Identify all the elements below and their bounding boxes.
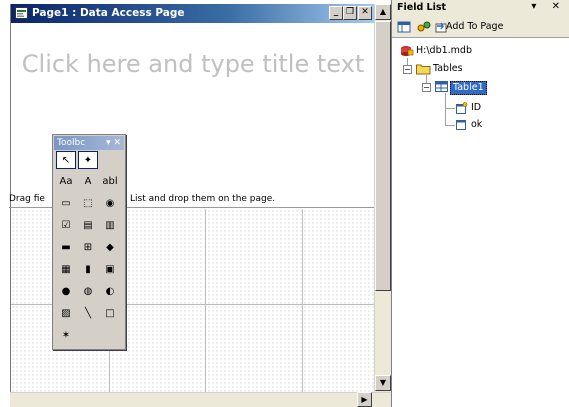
scroll-down-arrow-icon[interactable]: ▼ <box>375 375 391 391</box>
tree-table-node[interactable]: Table1 <box>450 81 487 95</box>
toolbox-title: Toolbc <box>57 138 86 148</box>
field-tree: H:\db1.mdb − Tables − Table1 ID ok <box>392 38 569 407</box>
bound-html-tool[interactable]: A <box>78 173 98 191</box>
table-icon <box>435 81 449 93</box>
close-button[interactable]: ✕ <box>358 6 372 20</box>
data-access-page-icon <box>15 7 28 19</box>
field-list-pane: Field List ▾ ✕ Add To Page H:\db1.mdb − <box>391 0 569 407</box>
dropdown-list-tool[interactable]: ▤ <box>78 217 98 235</box>
rectangle-tool[interactable]: □ <box>100 305 120 323</box>
window-title: Page1 : Data Access Page <box>32 7 185 19</box>
minimize-button[interactable]: _ <box>329 6 343 20</box>
tree-database-node[interactable]: H:\db1.mdb <box>416 45 472 57</box>
primary-key-field-icon <box>455 102 469 114</box>
office-pivottable-tool[interactable]: ▦ <box>56 261 76 279</box>
option-button-tool[interactable]: ◉ <box>100 195 120 213</box>
office-spreadsheet-tool[interactable]: ▣ <box>100 261 120 279</box>
drag-hint-right: ld List and drop them on the page. <box>118 194 276 204</box>
folder-icon <box>416 63 431 75</box>
list-box-tool[interactable]: ▥ <box>100 217 120 235</box>
tree-connector <box>445 125 455 126</box>
field-list-toolbar: Add To Page <box>392 16 569 38</box>
toolbox-menu-close-icon[interactable]: ▾ ✕ <box>106 136 121 150</box>
image-tool[interactable]: ▨ <box>56 305 76 323</box>
tree-connector <box>445 108 455 109</box>
toolbox-palette[interactable]: Toolbc ▾ ✕ ↖ ✦ Aa Aabl ▭ ⬚ ◉ ☑ ▤ ▥ ▬ ⊞ ◆ ▦ ▮ ▣ ● ◍ ◐ ▨ ╲ □ ✶ <box>52 134 126 350</box>
drag-hint-left: Drag fie <box>9 194 45 204</box>
horizontal-scroll-thumb[interactable] <box>10 393 348 407</box>
field-list-title: Field List <box>397 2 447 13</box>
collapse-icon[interactable]: − <box>422 83 431 92</box>
horizontal-scrollbar[interactable]: ▶ <box>10 392 391 407</box>
expand-tool[interactable]: ⊞ <box>78 239 98 257</box>
select-objects-tool[interactable]: ↖ <box>56 151 76 169</box>
field-icon <box>455 119 469 131</box>
command-button-tool[interactable]: ▬ <box>56 239 76 257</box>
image-hyperlink-tool[interactable]: ◍ <box>78 283 98 301</box>
line-tool[interactable]: ╲ <box>78 305 98 323</box>
collapse-icon[interactable]: − <box>403 65 412 74</box>
window-titlebar[interactable]: Page1 : Data Access Page _ ❐ ✕ <box>11 4 375 23</box>
relationships-icon[interactable] <box>417 20 431 34</box>
record-navigation-tool[interactable]: ◆ <box>100 239 120 257</box>
add-to-page-button[interactable]: Add To Page <box>446 21 503 32</box>
field-list-header: Field List ▾ ✕ <box>392 0 569 16</box>
scroll-right-arrow-icon[interactable]: ▶ <box>357 392 372 407</box>
scroll-up-arrow-icon[interactable]: ▲ <box>375 4 391 20</box>
label-tool[interactable]: Aa <box>56 173 76 191</box>
scrolling-text-tool[interactable]: ▭ <box>56 195 76 213</box>
vertical-scrollbar[interactable]: ▲ ▼ <box>374 4 391 392</box>
control-wizards-tool[interactable]: ✦ <box>78 151 98 169</box>
database-icon <box>400 45 414 57</box>
toolbox-titlebar[interactable]: Toolbc ▾ ✕ <box>54 136 124 150</box>
tree-tables-folder[interactable]: Tables <box>433 63 463 75</box>
tree-connector <box>445 93 446 126</box>
textbox-tool[interactable]: abl <box>100 173 120 191</box>
option-group-tool[interactable]: ⬚ <box>78 195 98 213</box>
restore-button[interactable]: ❐ <box>343 6 357 20</box>
more-controls-tool[interactable]: ✶ <box>56 327 76 345</box>
tree-field-node[interactable]: ID <box>471 102 481 114</box>
check-box-tool[interactable]: ☑ <box>56 217 76 235</box>
tree-field-node[interactable]: ok <box>471 119 482 131</box>
office-chart-tool[interactable]: ▮ <box>78 261 98 279</box>
vertical-scroll-thumb[interactable] <box>375 21 391 291</box>
hyperlink-tool[interactable]: ● <box>56 283 76 301</box>
new-table-icon[interactable] <box>397 20 411 34</box>
page-title-placeholder[interactable]: Click here and type title text <box>11 47 375 81</box>
field-list-menu-close-icon[interactable]: ▾ ✕ <box>531 1 566 12</box>
movie-tool[interactable]: ◐ <box>100 283 120 301</box>
